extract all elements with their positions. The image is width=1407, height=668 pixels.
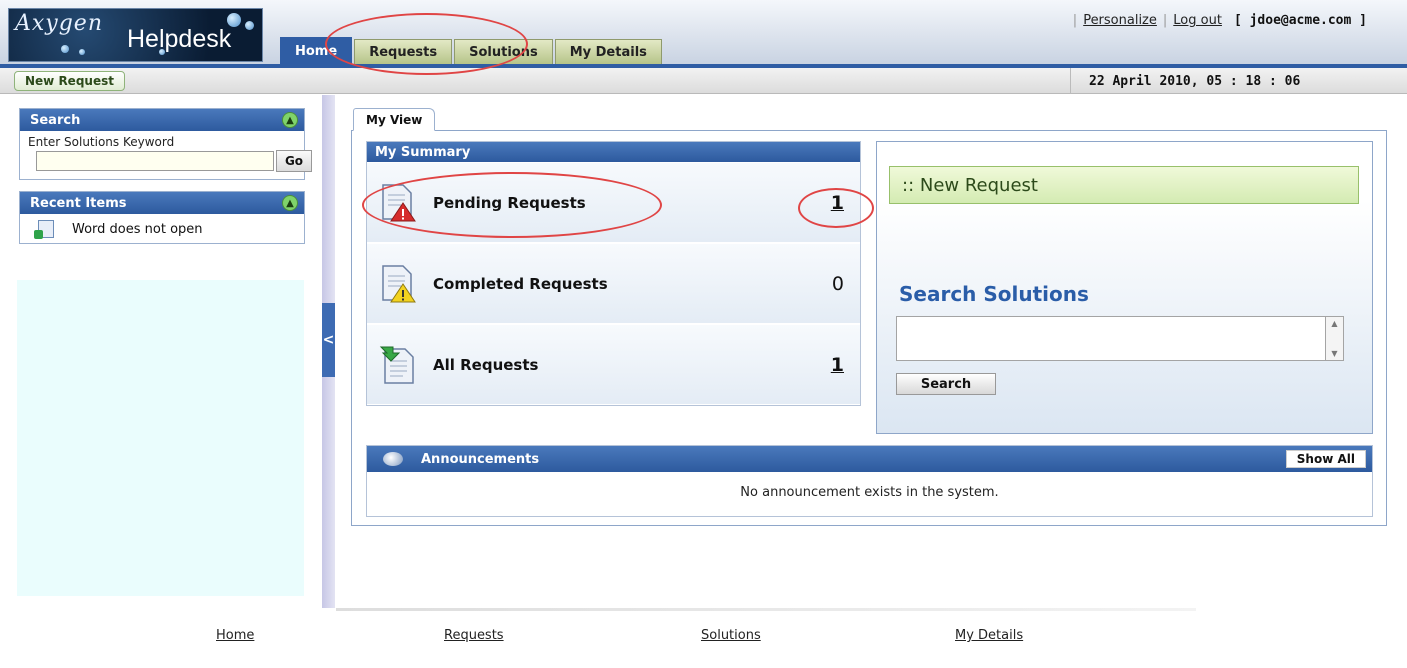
search-solutions-textarea[interactable] xyxy=(896,316,1326,361)
megaphone-icon xyxy=(383,452,403,466)
app-logo[interactable]: Axygen Helpdesk xyxy=(8,8,263,62)
search-keyword-input[interactable] xyxy=(36,151,274,171)
request-document-icon xyxy=(34,220,54,239)
new-request-link[interactable]: :: New Request xyxy=(889,166,1359,204)
footer-link-solutions[interactable]: Solutions xyxy=(701,628,761,643)
search-solutions-button[interactable]: Search xyxy=(896,373,996,395)
left-sidebar: Search ▲ Enter Solutions Keyword Go Rece… xyxy=(0,95,322,608)
footer-divider xyxy=(336,608,1196,611)
logo-wordmark-bottom: Helpdesk xyxy=(127,25,232,53)
new-request-button[interactable]: New Request xyxy=(14,71,125,91)
logout-link[interactable]: Log out xyxy=(1167,13,1228,28)
tab-my-view[interactable]: My View xyxy=(353,108,436,131)
completed-count: 0 xyxy=(831,272,844,295)
footer-nav: Home Requests Solutions My Details xyxy=(0,628,1407,648)
summary-row-pending[interactable]: Pending Requests 1 xyxy=(367,163,860,243)
scroll-down-icon[interactable]: ▼ xyxy=(1331,349,1337,358)
recent-items-header: Recent Items ▲ xyxy=(20,192,304,214)
logo-bubble-decoration xyxy=(245,21,254,30)
quick-actions-panel: :: New Request Search Solutions ▲ ▼ Sear… xyxy=(876,141,1373,434)
personalize-link[interactable]: Personalize xyxy=(1077,13,1163,28)
recent-items-title: Recent Items xyxy=(30,195,127,211)
user-email: [ jdoe@acme.com ] xyxy=(1233,13,1367,28)
tab-requests[interactable]: Requests xyxy=(354,39,453,64)
no-announcements-message: No announcement exists in the system. xyxy=(740,485,999,500)
announcements-panel: Announcements Show All No announcement e… xyxy=(366,445,1373,517)
recent-item-label: Word does not open xyxy=(72,221,203,237)
collapse-sidebar-handle[interactable]: < xyxy=(322,303,335,377)
my-summary-panel: My Summary Pending Requests 1 Completed … xyxy=(366,141,861,406)
completed-request-icon xyxy=(382,264,416,302)
search-widget-header: Search ▲ xyxy=(20,109,304,131)
summary-label: Completed Requests xyxy=(433,274,608,293)
my-summary-header: My Summary xyxy=(367,142,860,162)
scroll-up-icon[interactable]: ▲ xyxy=(1331,319,1337,328)
show-all-button[interactable]: Show All xyxy=(1285,450,1366,468)
summary-row-all[interactable]: All Requests 1 xyxy=(367,325,860,405)
sub-toolbar: New Request 22 April 2010, 05 : 18 : 06 xyxy=(0,68,1407,94)
summary-label: Pending Requests xyxy=(433,193,586,212)
main-tabs: Home Requests Solutions My Details xyxy=(280,37,664,64)
logo-bubble-decoration xyxy=(79,49,85,55)
tab-my-details[interactable]: My Details xyxy=(554,39,662,64)
app-header: Axygen Helpdesk | Personalize | Log out[ jd… xyxy=(0,0,1407,68)
search-widget-title: Search xyxy=(30,112,81,128)
footer-link-my-details[interactable]: My Details xyxy=(955,628,1023,643)
go-button[interactable]: Go xyxy=(276,150,312,172)
top-links: | Personalize | Log out[ jdoe@acme.com ] xyxy=(1073,13,1367,28)
logo-bubble-decoration xyxy=(61,45,69,53)
logo-wordmark-top: Axygen xyxy=(15,11,103,36)
pending-request-icon xyxy=(382,183,416,221)
collapse-icon[interactable]: ▲ xyxy=(282,112,298,128)
footer-link-home[interactable]: Home xyxy=(216,628,254,643)
all-count-link[interactable]: 1 xyxy=(831,354,844,376)
tab-solutions[interactable]: Solutions xyxy=(454,39,553,64)
announcements-title: Announcements xyxy=(421,451,540,467)
all-requests-icon xyxy=(379,346,414,384)
chevron-left-icon: < xyxy=(322,332,335,348)
footer-link-requests[interactable]: Requests xyxy=(444,628,504,643)
current-datetime: 22 April 2010, 05 : 18 : 06 xyxy=(1070,68,1390,94)
my-view-frame: My Summary Pending Requests 1 Completed … xyxy=(351,130,1387,526)
collapse-icon[interactable]: ▲ xyxy=(282,195,298,211)
recent-item[interactable]: Word does not open xyxy=(20,214,304,239)
search-widget: Search ▲ Enter Solutions Keyword Go xyxy=(19,108,312,180)
summary-label: All Requests xyxy=(433,355,539,374)
tab-home[interactable]: Home xyxy=(280,37,353,64)
main-content: My View My Summary Pending Requests 1 Co… xyxy=(336,95,1396,608)
sidebar-empty-area xyxy=(17,280,304,596)
announcements-header: Announcements Show All xyxy=(367,446,1372,472)
pending-count-link[interactable]: 1 xyxy=(831,192,844,214)
search-solutions-title: Search Solutions xyxy=(899,282,1089,306)
textarea-scrollbar[interactable]: ▲ ▼ xyxy=(1326,316,1344,361)
recent-items-widget: Recent Items ▲ Word does not open xyxy=(19,191,305,244)
summary-row-completed[interactable]: Completed Requests 0 xyxy=(367,244,860,324)
search-keyword-label: Enter Solutions Keyword xyxy=(28,135,175,149)
